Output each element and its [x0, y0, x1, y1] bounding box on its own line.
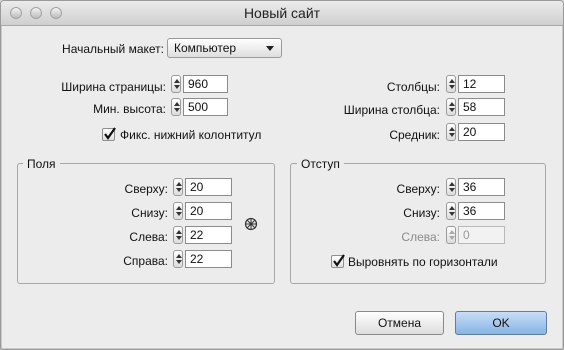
column-width-label: Ширина столбца: [343, 103, 440, 117]
ok-button[interactable]: OK [455, 311, 547, 335]
margin-right-label: Справа: [123, 254, 168, 268]
initial-layout-value: Компьютер [174, 41, 237, 55]
gutter-stepper[interactable] [446, 123, 456, 141]
new-site-dialog: Новый сайт Начальный макет: Компьютер Ши… [0, 0, 564, 350]
padding-bottom-field[interactable]: 36 [458, 202, 505, 220]
columns-field[interactable]: 12 [458, 75, 505, 93]
columns-label: Столбцы: [386, 80, 440, 94]
check-icon [333, 254, 345, 267]
padding-left-field[interactable]: 0 [458, 226, 505, 244]
padding-top-field[interactable]: 36 [458, 178, 505, 196]
margins-group-title: Поля [23, 157, 60, 171]
padding-bottom-label: Снизу: [403, 206, 440, 220]
padding-top-stepper[interactable] [446, 178, 456, 196]
columns-stepper[interactable] [446, 75, 456, 93]
chevron-down-icon [266, 46, 274, 51]
column-width-stepper[interactable] [446, 98, 456, 116]
align-horizontal-label: Выровнять по горизонтали [348, 255, 498, 269]
margin-right-stepper[interactable] [173, 250, 183, 268]
window-title: Новый сайт [243, 5, 321, 21]
margin-right-field[interactable]: 22 [185, 250, 232, 268]
cancel-button[interactable]: Отмена [355, 311, 444, 335]
padding-bottom-stepper[interactable] [446, 202, 456, 220]
padding-left-stepper[interactable] [446, 226, 456, 244]
padding-left-label: Слева: [401, 230, 440, 244]
padding-group-title: Отступ [297, 157, 344, 171]
align-horizontal-checkbox[interactable] [331, 254, 345, 268]
gutter-label: Средник: [389, 128, 440, 142]
initial-layout-select[interactable]: Компьютер [167, 38, 282, 58]
padding-top-label: Сверху: [396, 182, 440, 196]
title-bar: Новый сайт [1, 1, 563, 26]
column-width-field[interactable]: 58 [458, 98, 505, 116]
gutter-field[interactable]: 20 [458, 123, 505, 141]
initial-layout-label: Начальный макет: [62, 42, 164, 56]
